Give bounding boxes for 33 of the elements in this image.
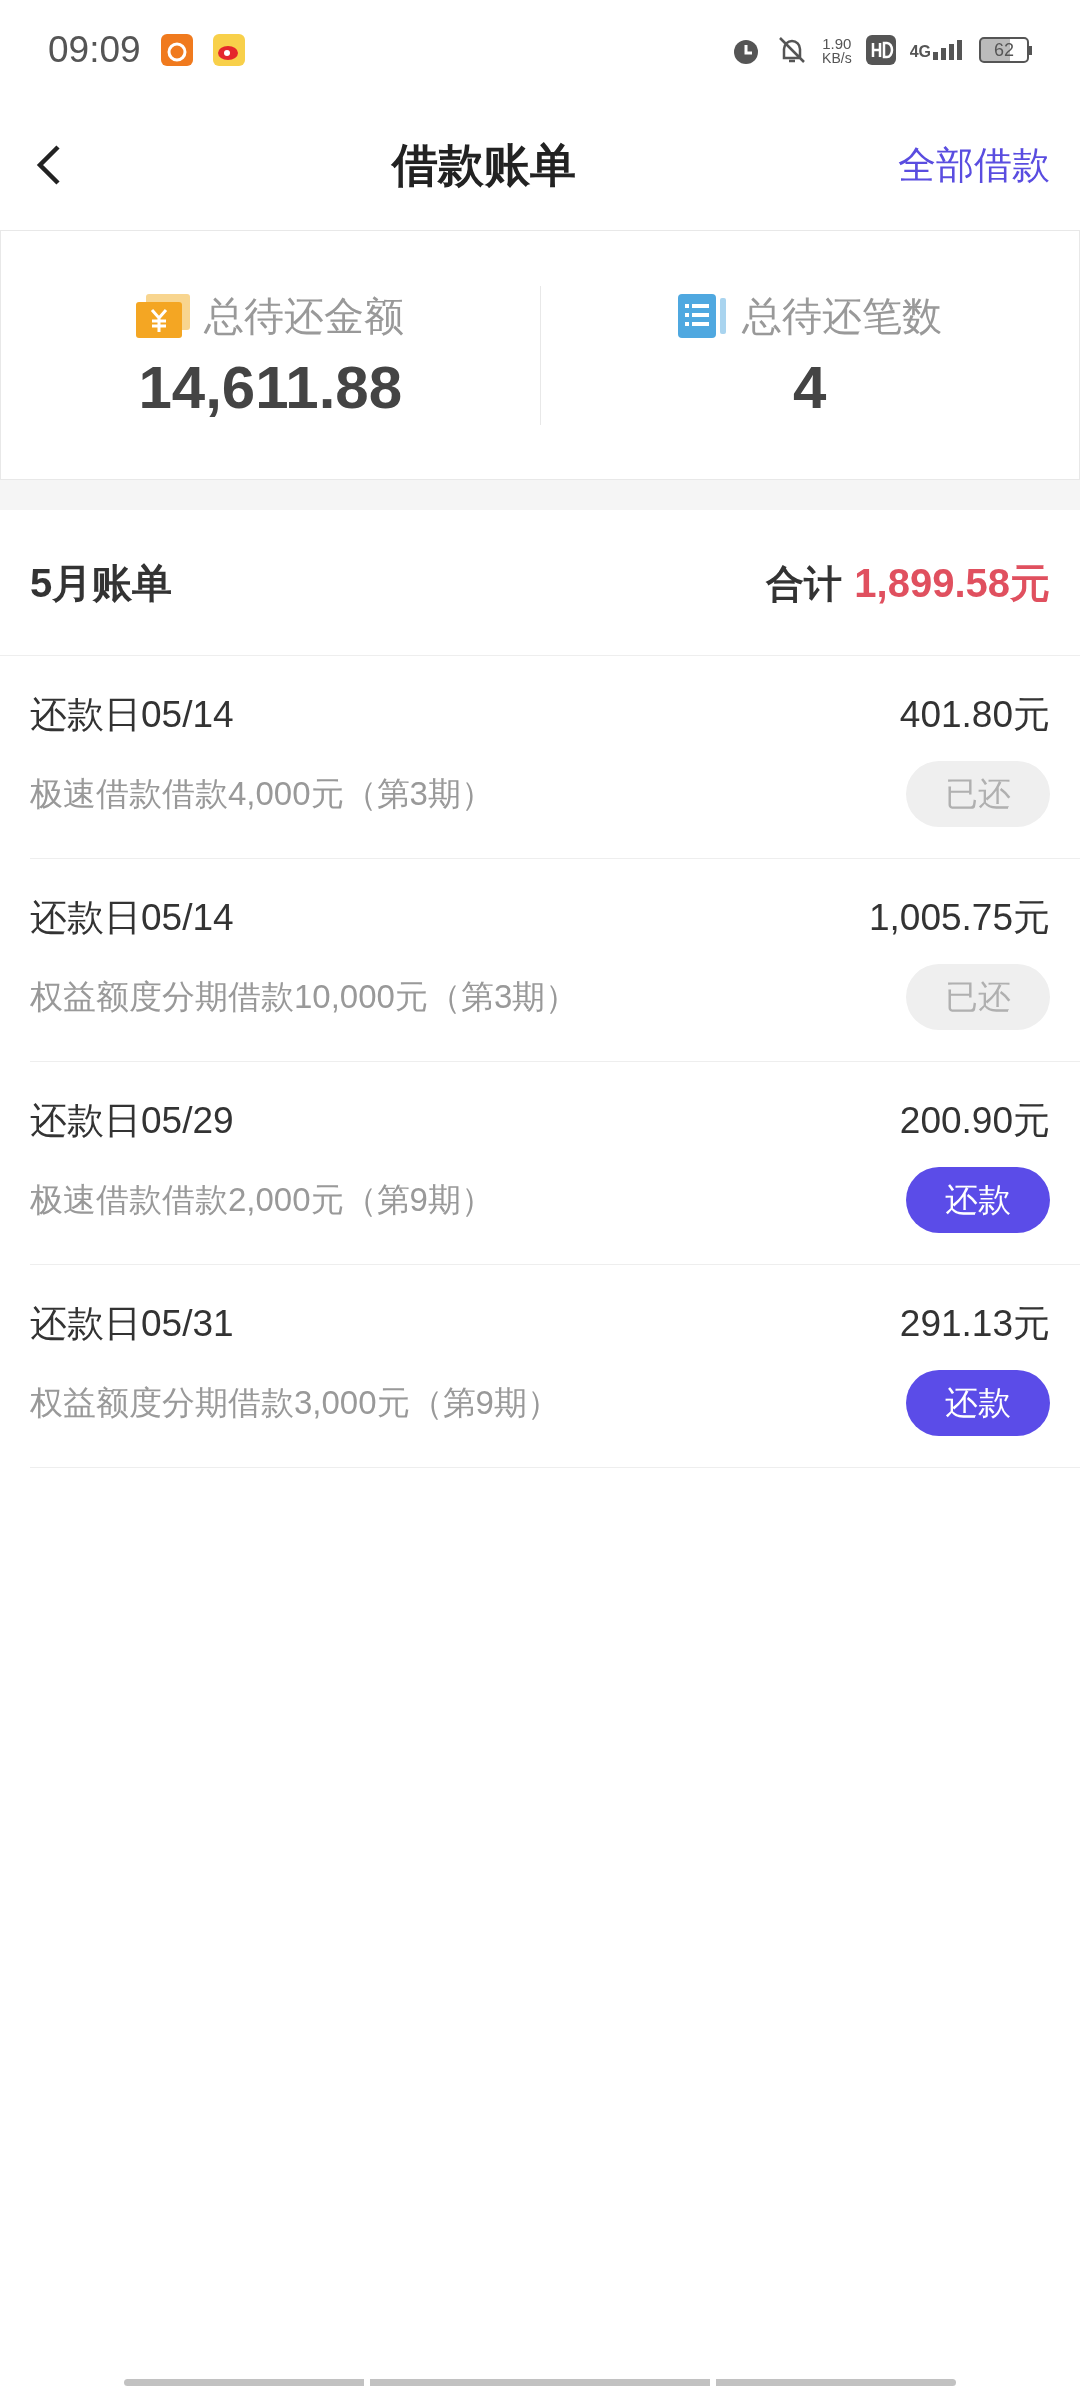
due-date: 还款日05/31 — [30, 1302, 234, 1347]
bill-amount: 200.90元 — [899, 1099, 1050, 1144]
summary-value: 4 — [793, 352, 827, 423]
summary-label: 总待还笔数 — [741, 292, 942, 340]
network-type: 4G — [909, 44, 931, 60]
bill-amount: 401.80元 — [899, 693, 1050, 738]
yuan-icon — [136, 293, 191, 338]
all-loans-link[interactable]: 全部借款 — [898, 136, 1050, 194]
bill-amount: 1,005.75元 — [868, 896, 1050, 941]
app-notification-icon — [160, 34, 193, 66]
loan-description: 权益额度分期借款3,000元（第9期） — [30, 1383, 560, 1423]
page-title: 借款账单 — [392, 137, 576, 193]
due-date: 还款日05/29 — [30, 1099, 234, 1144]
repay-button[interactable]: 还款 — [906, 1369, 1050, 1436]
total-label: 合计 — [766, 561, 843, 607]
signal-icon — [933, 40, 965, 60]
hd-icon — [865, 35, 896, 65]
loan-description: 权益额度分期借款10,000元（第3期） — [30, 977, 579, 1017]
month-title: 5月账单 — [30, 559, 173, 607]
summary-value: 14,611.88 — [138, 352, 403, 423]
network-speed: 1.90 — [822, 35, 852, 51]
due-date: 还款日05/14 — [30, 896, 234, 941]
list-icon — [677, 293, 728, 338]
loan-description: 极速借款借款4,000元（第3期） — [30, 774, 494, 814]
speed-unit: KB/s — [822, 50, 852, 65]
loan-description: 极速借款借款2,000元（第9期） — [30, 1180, 494, 1220]
repay-button[interactable]: 还款 — [906, 1166, 1050, 1233]
bill-amount: 291.13元 — [899, 1302, 1050, 1347]
app-notification-icon — [212, 34, 245, 66]
total-amount: 1,899.58元 — [854, 559, 1050, 607]
summary-label: 总待还金额 — [204, 292, 405, 340]
due-date: 还款日05/14 — [30, 693, 234, 738]
status-time: 09:09 — [48, 28, 141, 73]
